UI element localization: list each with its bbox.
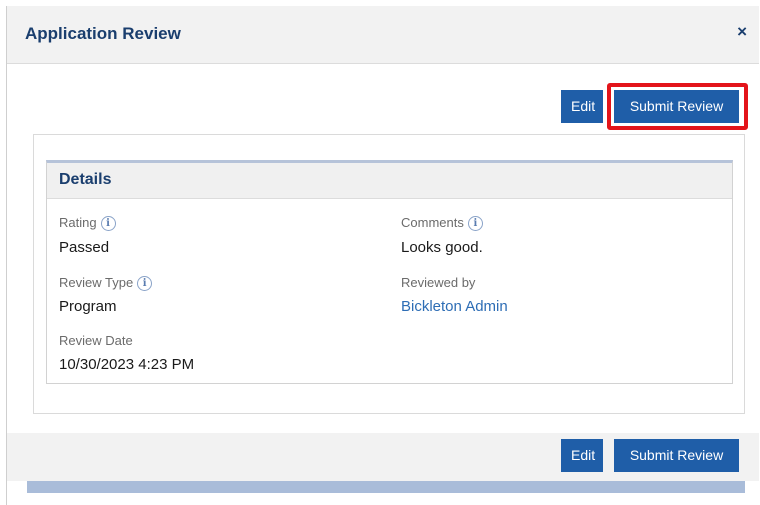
rating-label: Rating: [59, 215, 97, 230]
info-icon[interactable]: i: [100, 216, 116, 231]
modal-header: Application Review ×: [7, 6, 759, 64]
submit-review-button-top[interactable]: Submit Review: [614, 90, 739, 123]
submit-review-button-bottom[interactable]: Submit Review: [614, 439, 739, 472]
reviewed-by-link[interactable]: Bickleton Admin: [401, 298, 508, 315]
review-type-label: Review Type: [59, 275, 134, 290]
review-type-value: Program: [59, 298, 117, 315]
rating-value: Passed: [59, 239, 110, 256]
info-icon[interactable]: i: [467, 216, 483, 231]
review-type-label-row: Review Type i: [59, 275, 153, 291]
comments-label-row: Comments i: [401, 215, 483, 231]
comments-value: Looks good.: [401, 239, 483, 256]
details-header: Details: [47, 163, 732, 199]
rating-label-row: Rating i: [59, 215, 116, 231]
details-section: Details Rating i Passed Comments i Looks g…: [46, 160, 733, 384]
reviewed-by-label: Reviewed by: [401, 275, 476, 290]
bottom-scroll-bar: [27, 481, 745, 493]
edit-button-bottom[interactable]: Edit: [561, 439, 603, 472]
info-icon[interactable]: i: [137, 276, 153, 291]
review-panel: Details Rating i Passed Comments i Looks g…: [33, 134, 745, 414]
application-review-modal: Application Review × Edit Submit Review …: [6, 6, 759, 505]
modal-footer: Edit Submit Review: [7, 433, 759, 481]
close-icon[interactable]: ×: [737, 23, 747, 40]
review-date-value: 10/30/2023 4:23 PM: [59, 356, 195, 373]
review-date-label: Review Date: [59, 333, 133, 348]
modal-title: Application Review: [25, 24, 181, 43]
edit-button-top[interactable]: Edit: [561, 90, 603, 123]
details-title: Details: [59, 171, 112, 188]
comments-label: Comments: [401, 215, 464, 230]
